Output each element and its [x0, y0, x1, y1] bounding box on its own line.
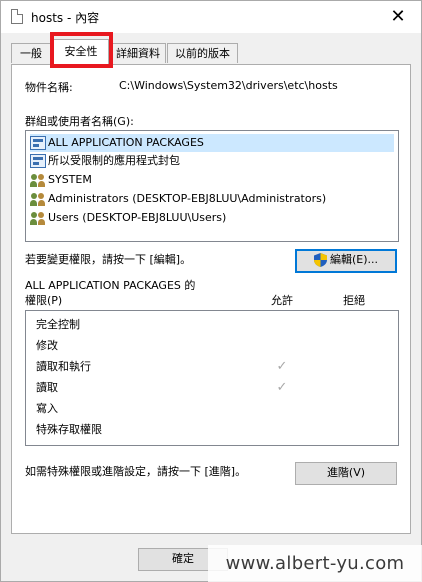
permissions-title: ALL APPLICATION PACKAGES 的: [25, 279, 196, 292]
security-panel: 物件名稱: C:\Windows\System32\drivers\etc\ho…: [11, 64, 411, 534]
permission-name: 完全控制: [36, 318, 80, 331]
permission-name: 讀取和執行: [36, 360, 91, 373]
advanced-hint: 如需特殊權限或進階設定，請按一下 [進階]。: [25, 465, 247, 478]
tab-general[interactable]: 一般: [11, 43, 51, 63]
permission-name: 修改: [36, 339, 58, 352]
edit-hint: 若要變更權限，請按一下 [編輯]。: [25, 253, 192, 266]
window-title: hosts - 內容: [31, 11, 100, 25]
watermark: www.albert-yu.com: [208, 545, 422, 582]
advanced-button[interactable]: 進階(V): [295, 462, 397, 485]
title-bar: hosts - 內容 ✕: [1, 1, 421, 33]
object-name-label: 物件名稱:: [25, 81, 73, 94]
close-button[interactable]: ✕: [375, 1, 421, 33]
permission-name: 特殊存取權限: [36, 423, 102, 436]
list-item[interactable]: Administrators (DESKTOP-EBJ8LUU\Administ…: [30, 190, 326, 208]
edit-button[interactable]: 編輯(E)...: [295, 249, 397, 273]
users-icon: [30, 192, 46, 206]
permission-name: 讀取: [36, 381, 58, 394]
permissions-title-suffix: 權限(P): [25, 294, 63, 307]
permissions-list: 完全控制 修改 讀取和執行 讀取 寫入 特殊存取權限 ✓ ✓: [25, 310, 399, 446]
tab-security[interactable]: 安全性: [53, 39, 109, 65]
list-item[interactable]: ALL APPLICATION PACKAGES: [30, 134, 394, 152]
groups-label: 群組或使用者名稱(G):: [25, 115, 134, 128]
tab-details[interactable]: 詳細資料: [110, 43, 166, 63]
permission-name: 寫入: [36, 402, 58, 415]
list-item[interactable]: Users (DESKTOP-EBJ8LUU\Users): [30, 209, 226, 227]
allow-header: 允許: [271, 294, 293, 307]
file-icon: [11, 9, 23, 24]
package-icon: [30, 154, 46, 168]
package-icon: [30, 136, 46, 150]
allow-check-icon: ✓: [276, 380, 288, 395]
object-name-value: C:\Windows\System32\drivers\etc\hosts: [119, 79, 338, 92]
list-item[interactable]: SYSTEM: [30, 171, 92, 189]
users-icon: [30, 211, 46, 225]
uac-shield-icon: [313, 253, 327, 267]
list-item[interactable]: 所以受限制的應用程式封包: [30, 152, 180, 170]
close-icon: ✕: [390, 6, 406, 27]
deny-header: 拒絕: [343, 294, 365, 307]
allow-check-icon: ✓: [276, 359, 288, 374]
tab-previous-versions[interactable]: 以前的版本: [167, 43, 238, 63]
properties-window: hosts - 內容 ✕ 一般 安全性 詳細資料 以前的版本 物件名稱: C:\…: [0, 0, 422, 582]
users-icon: [30, 173, 46, 187]
groups-list[interactable]: ALL APPLICATION PACKAGES 所以受限制的應用程式封包 SY…: [25, 130, 399, 242]
